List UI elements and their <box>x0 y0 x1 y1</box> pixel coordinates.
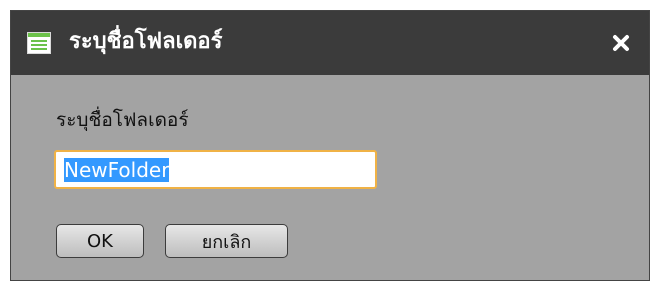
dialog-title: ระบุชื่อโฟลเดอร์ <box>69 29 223 54</box>
list-window-icon <box>27 32 51 54</box>
close-icon[interactable] <box>607 29 635 57</box>
dialog-titlebar[interactable]: ระบุชื่อโฟลเดอร์ <box>11 11 649 75</box>
ok-button[interactable]: OK <box>56 224 144 258</box>
folder-name-label: ระบุชื่อโฟลเดอร์ <box>56 109 189 131</box>
folder-name-input[interactable] <box>54 150 377 189</box>
rename-folder-dialog: ระบุชื่อโฟลเดอร์ ระบุชื่อโฟลเดอร์ OK ยกเ… <box>10 10 650 281</box>
cancel-button[interactable]: ยกเลิก <box>165 224 288 258</box>
